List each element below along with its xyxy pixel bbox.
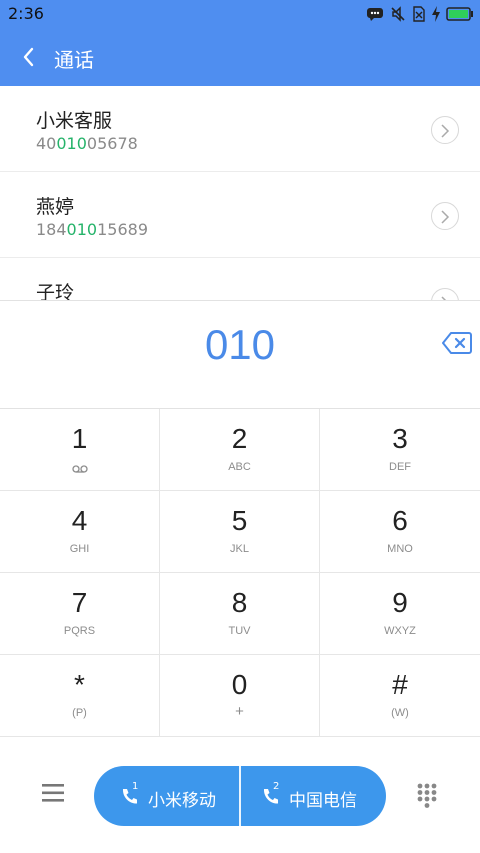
page-title: 通话 (54, 48, 94, 72)
status-icons (366, 5, 474, 23)
app-bar: 通话 (0, 28, 480, 86)
voicemail-icon (72, 465, 88, 473)
key-1[interactable]: 1 (0, 409, 160, 491)
key-digit: * (74, 669, 85, 700)
key-5[interactable]: 5 JKL (160, 491, 320, 573)
key-digit: 6 (392, 505, 408, 536)
key-digit: 5 (231, 505, 248, 536)
contact-detail-button[interactable] (431, 202, 459, 230)
key-letters: JKL (230, 543, 249, 555)
key-0[interactable]: 0 + (160, 655, 320, 737)
key-letters: GHI (69, 543, 90, 555)
key-3[interactable]: 3 DEF (320, 409, 480, 491)
call-sim1-button[interactable]: 1 小米移动 (94, 766, 239, 826)
key-digit: 7 (71, 587, 88, 618)
key-digit: 2 (231, 423, 248, 454)
dial-input-area: 010 (0, 300, 480, 409)
key-letters: (W) (391, 707, 409, 719)
backspace-icon[interactable] (442, 331, 472, 355)
key-hash[interactable]: # (W) (320, 655, 480, 737)
key-8[interactable]: 8 TUV (160, 573, 320, 655)
dialed-number[interactable]: 010 (0, 321, 480, 369)
key-digit: 9 (392, 587, 408, 618)
number-prefix: 40 (36, 134, 57, 153)
list-item[interactable]: 小米客服 4001005678 (0, 86, 480, 172)
number-suffix: 05678 (86, 134, 138, 153)
key-letters: + (235, 703, 244, 720)
sim1-badge: 1 (132, 781, 139, 792)
sim2-label: 中国电信 (289, 791, 357, 811)
contact-name: 燕婷 (36, 196, 75, 218)
key-letters: ABC (228, 461, 251, 473)
key-digit: 0 (231, 669, 248, 700)
charging-icon (432, 6, 440, 22)
key-7[interactable]: 7 PQRS (0, 573, 160, 655)
number-suffix: 15689 (97, 220, 148, 239)
mute-icon (391, 6, 405, 22)
chevron-right-icon (441, 210, 450, 224)
key-4[interactable]: 4 GHI (0, 491, 160, 573)
number-match: 010 (56, 134, 87, 153)
key-letters: TUV (228, 625, 251, 637)
key-letters: MNO (387, 543, 413, 555)
key-6[interactable]: 6 MNO (320, 491, 480, 573)
key-letters: DEF (389, 461, 411, 473)
sim1-label: 小米移动 (148, 791, 216, 811)
dialpad-icon[interactable] (416, 782, 438, 808)
key-digit: 3 (392, 423, 408, 454)
list-item[interactable]: 子玲 (0, 258, 480, 300)
number-match: 010 (66, 220, 98, 239)
chevron-right-icon (441, 124, 450, 138)
key-letters: PQRS (63, 625, 96, 637)
contact-name: 子玲 (36, 282, 75, 300)
key-9[interactable]: 9 WXYZ (320, 573, 480, 655)
dial-keypad: 1 2 ABC 3 DEF 4 GHI 5 JKL 6 MNO 7 PQRS 8… (0, 408, 480, 739)
message-icon (367, 8, 383, 21)
status-time: 2:36 (8, 4, 44, 23)
key-letters: (P) (72, 707, 87, 719)
key-digit: # (392, 669, 408, 700)
bottom-bar: 1 小米移动 2 中国电信 (0, 738, 480, 853)
contact-name: 小米客服 (36, 110, 113, 132)
call-button-group: 1 小米移动 2 中国电信 (94, 766, 386, 826)
phone-sim1-icon (122, 789, 137, 804)
call-sim2-button[interactable]: 2 中国电信 (241, 766, 386, 826)
number-prefix: 184 (36, 220, 67, 239)
sim2-badge: 2 (273, 781, 280, 792)
key-2[interactable]: 2 ABC (160, 409, 320, 491)
back-arrow-icon[interactable] (16, 43, 44, 71)
key-digit: 4 (71, 505, 88, 536)
key-star[interactable]: * (P) (0, 655, 160, 737)
menu-icon[interactable] (40, 782, 66, 804)
status-bar: 2:36 (0, 0, 480, 28)
contact-number: 4001005678 (36, 134, 138, 153)
contact-detail-button[interactable] (431, 116, 459, 144)
phone-sim2-icon (263, 789, 278, 804)
key-letters: WXYZ (384, 625, 416, 637)
contact-detail-button[interactable] (431, 288, 459, 300)
list-item[interactable]: 燕婷 18401015689 (0, 172, 480, 258)
key-digit: 8 (231, 587, 248, 618)
contact-number: 18401015689 (36, 220, 148, 239)
contact-suggestions: 小米客服 4001005678 燕婷 18401015689 子玲 (0, 86, 480, 300)
no-sim-icon (413, 6, 425, 22)
battery-icon (446, 7, 473, 21)
key-digit: 1 (71, 423, 88, 454)
